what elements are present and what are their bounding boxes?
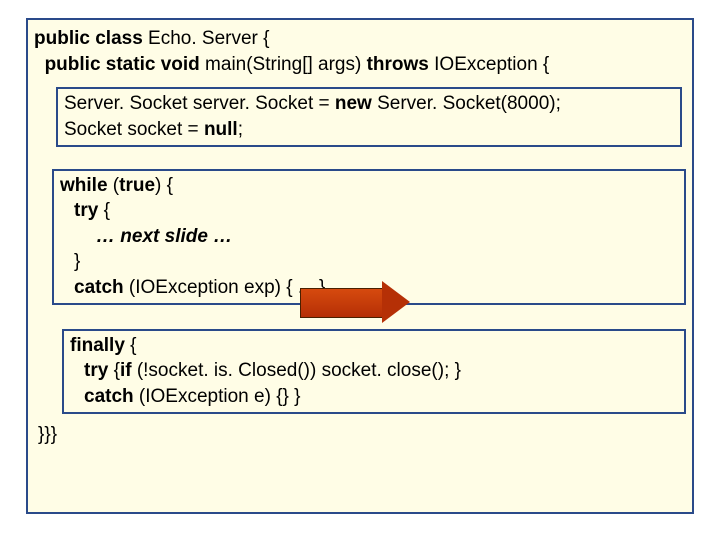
arrow-body <box>300 288 384 318</box>
socket-line: Socket socket = null; <box>64 117 674 143</box>
finally-brace: { <box>125 335 137 356</box>
socket-pre: Socket socket = <box>64 119 204 140</box>
serversocket-pre: Server. Socket server. Socket = <box>64 93 335 114</box>
closing-braces: }}} <box>38 422 686 448</box>
main-decl: public static void main(String[] args) t… <box>34 52 686 78</box>
kw-true: true <box>119 175 155 196</box>
try-close: } <box>60 249 678 275</box>
next-slide-text: … next slide … <box>96 226 232 247</box>
kw-try: try <box>74 200 98 221</box>
arrow-icon <box>300 288 410 316</box>
while-line: while (true) { <box>60 173 678 199</box>
next-slide-line: … next slide … <box>60 224 678 250</box>
arrow-head <box>382 281 410 323</box>
while-rest: ) { <box>155 175 173 196</box>
paren-open: ( <box>108 175 120 196</box>
kw-while: while <box>60 175 108 196</box>
try-brace: { <box>98 200 110 221</box>
serversocket-line: Server. Socket server. Socket = new Serv… <box>64 91 674 117</box>
try-close-line: try {if (!socket. is. Closed()) socket. … <box>70 358 678 384</box>
class-decl: public class Echo. Server { <box>34 26 686 52</box>
catch2-line: catch (IOException e) {} } <box>70 384 678 410</box>
kw-null: null <box>204 119 238 140</box>
brace-close: } <box>74 251 80 272</box>
kw-catch2: catch <box>84 386 134 407</box>
class-name: Echo. Server { <box>143 28 270 49</box>
init-block: Server. Socket server. Socket = new Serv… <box>56 87 682 146</box>
kw-try2: try <box>84 360 114 381</box>
code-content: public class Echo. Server { public stati… <box>28 20 692 453</box>
if-body: (!socket. is. Closed()) socket. close();… <box>132 360 461 381</box>
throws-type: IOException { <box>429 54 549 75</box>
kw-new: new <box>335 93 372 114</box>
closing-text: }}} <box>38 424 57 445</box>
kw-psv: public static void <box>45 54 200 75</box>
kw-finally: finally <box>70 335 125 356</box>
serversocket-post: Server. Socket(8000); <box>372 93 561 114</box>
kw-catch: catch <box>74 277 124 298</box>
slide-frame: public class Echo. Server { public stati… <box>26 18 694 514</box>
finally-line: finally { <box>70 333 678 359</box>
catch-body: (IOException exp) { ... } <box>124 277 326 298</box>
main-sig: main(String[] args) <box>200 54 367 75</box>
kw-if: if <box>120 360 132 381</box>
finally-block: finally { try {if (!socket. is. Closed()… <box>62 329 686 414</box>
kw-throws: throws <box>367 54 429 75</box>
try-line: try { <box>60 198 678 224</box>
while-block: while (true) { try { … next slide … } ca… <box>52 169 686 305</box>
kw-public-class: public class <box>34 28 143 49</box>
socket-post: ; <box>238 119 243 140</box>
catch2-body: (IOException e) {} } <box>134 386 301 407</box>
